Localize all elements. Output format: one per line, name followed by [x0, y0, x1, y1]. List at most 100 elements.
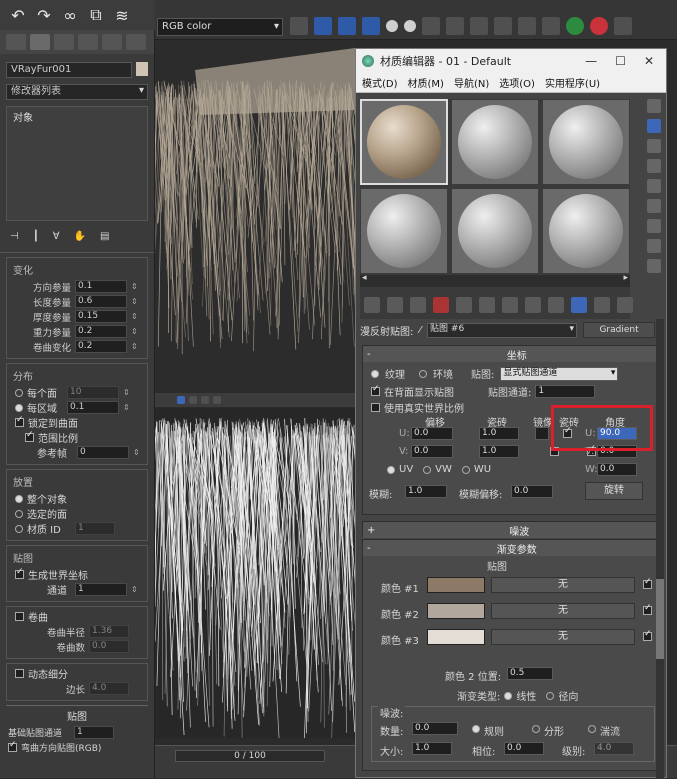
amount-spinner[interactable]: 0.0: [412, 722, 458, 735]
backlight-icon[interactable]: [647, 119, 661, 133]
material-id-spinner[interactable]: 1: [75, 522, 115, 535]
background-icon[interactable]: [647, 139, 661, 153]
pick-material-icon[interactable]: ⁄: [419, 325, 421, 336]
object-color-swatch[interactable]: [136, 62, 148, 76]
utilities-tab-icon[interactable]: [126, 34, 146, 50]
sample-uv-tiling-icon[interactable]: [647, 159, 661, 173]
remove-modifier-icon[interactable]: ✋: [74, 231, 86, 242]
sample-type-icon[interactable]: [647, 99, 661, 113]
configure-sets-icon[interactable]: ▤: [100, 231, 109, 242]
linear-radio[interactable]: [504, 692, 512, 700]
sample-slot[interactable]: [542, 188, 630, 274]
material-editor-scrollbar[interactable]: [656, 319, 664, 779]
real-world-checkbox[interactable]: [371, 403, 380, 412]
color-map-checkbox[interactable]: [643, 632, 652, 641]
sample-slot[interactable]: [451, 188, 539, 274]
dynamic-subdiv-checkbox[interactable]: [15, 669, 24, 678]
color2-pos-spinner[interactable]: 0.5: [507, 667, 553, 680]
spinner-arrows-icon[interactable]: ⇕: [131, 282, 138, 291]
texture-radio[interactable]: [371, 370, 379, 378]
close-icon[interactable]: ✕: [644, 54, 654, 68]
vfb-tool-icon[interactable]: [201, 396, 209, 404]
make-copy-icon[interactable]: [456, 297, 472, 313]
base-channel-spinner[interactable]: 1: [74, 726, 114, 739]
menu-item[interactable]: 材质(M): [408, 75, 444, 90]
show-end-result-icon[interactable]: [571, 297, 587, 313]
turbulence-radio[interactable]: [588, 725, 596, 733]
make-preview-icon[interactable]: [647, 199, 661, 213]
material-navigator-icon[interactable]: [647, 259, 661, 273]
select-by-material-icon[interactable]: [647, 239, 661, 253]
channel-red-icon[interactable]: [314, 17, 332, 35]
variation-spinner[interactable]: 0.1: [75, 280, 127, 293]
curl-checkbox[interactable]: [15, 612, 24, 621]
show-end-result-icon[interactable]: ┃: [33, 231, 39, 242]
reset-map-icon[interactable]: [433, 297, 449, 313]
render-icon[interactable]: [494, 17, 512, 35]
bind-spacewarp-icon[interactable]: ≋: [112, 5, 132, 25]
show-on-back-checkbox[interactable]: [371, 387, 380, 396]
color-map-button[interactable]: 无: [491, 629, 635, 645]
video-color-check-icon[interactable]: [647, 179, 661, 193]
vw-radio[interactable]: [423, 466, 431, 474]
gradient-rollout-header[interactable]: -渐变参数: [363, 540, 659, 556]
refresh-icon[interactable]: [566, 17, 584, 35]
menu-item[interactable]: 实用程序(U): [545, 75, 600, 90]
spinner-arrows-icon[interactable]: ⇕: [123, 388, 130, 397]
edge-length-spinner[interactable]: 4.0: [89, 682, 129, 695]
heart-icon[interactable]: [290, 17, 308, 35]
folder-icon[interactable]: [446, 17, 464, 35]
levels-spinner[interactable]: 4.0: [594, 742, 634, 755]
pin-stack-icon[interactable]: ⊣: [10, 231, 19, 242]
unlink-icon[interactable]: ⧉: [86, 5, 106, 25]
sample-slot[interactable]: [360, 99, 448, 185]
uv-radio[interactable]: [387, 466, 395, 474]
spinner-arrows-icon[interactable]: ⇕: [131, 585, 138, 594]
gray-circle-icon[interactable]: [404, 20, 416, 32]
make-unique-icon[interactable]: [479, 297, 495, 313]
v-offset-spinner[interactable]: 0.0: [411, 445, 453, 458]
material-id-radio[interactable]: [15, 525, 23, 533]
phase-spinner[interactable]: 0.0: [504, 742, 544, 755]
color-map-checkbox[interactable]: [643, 580, 652, 589]
w-angle-spinner[interactable]: 0.0: [597, 463, 637, 476]
blur-offset-spinner[interactable]: 0.0: [511, 485, 553, 498]
assign-to-selection-icon[interactable]: [410, 297, 426, 313]
region-icon[interactable]: [542, 17, 560, 35]
coord-map-select[interactable]: 显式贴图通道▾: [500, 367, 618, 381]
variation-spinner[interactable]: 0.2: [75, 325, 127, 338]
stop-icon[interactable]: [590, 17, 608, 35]
sample-slot[interactable]: [451, 99, 539, 185]
channel-spinner[interactable]: 1: [75, 583, 127, 596]
map-channel-spinner[interactable]: 1: [535, 385, 595, 398]
spinner-arrows-icon[interactable]: ⇕: [131, 297, 138, 306]
scrollbar-thumb[interactable]: [656, 579, 664, 659]
color-swatch[interactable]: [427, 603, 485, 619]
viewport-front[interactable]: [155, 408, 355, 738]
eye-icon[interactable]: [614, 17, 632, 35]
scale-ratio-checkbox[interactable]: [25, 433, 34, 442]
coordinates-rollout-header[interactable]: -坐标: [363, 346, 659, 362]
menu-item[interactable]: 选项(O): [499, 75, 535, 90]
maximize-icon[interactable]: ☐: [615, 54, 626, 68]
display-tab-icon[interactable]: [102, 34, 122, 50]
color-map-button[interactable]: 无: [491, 603, 635, 619]
regular-radio[interactable]: [472, 725, 480, 733]
map-type-button[interactable]: Gradient: [583, 322, 655, 338]
viewport-perspective[interactable]: [155, 40, 355, 390]
object-name-field[interactable]: VRayFur001: [6, 62, 132, 78]
put-to-library-icon[interactable]: [502, 297, 518, 313]
map-name-field[interactable]: 贴图 #6▾: [427, 323, 577, 338]
color-swatch[interactable]: [427, 629, 485, 645]
color-map-button[interactable]: 无: [491, 577, 635, 593]
white-circle-icon[interactable]: [386, 20, 398, 32]
stack-item-object[interactable]: 对象: [7, 107, 147, 126]
menu-item[interactable]: 模式(D): [362, 75, 398, 90]
material-id-channel-icon[interactable]: [525, 297, 541, 313]
minimize-icon[interactable]: —: [585, 54, 597, 68]
per-area-radio[interactable]: [15, 404, 23, 412]
environment-radio[interactable]: [419, 370, 427, 378]
u-offset-spinner[interactable]: 0.0: [411, 427, 453, 440]
color-swatch[interactable]: [427, 577, 485, 593]
lens-icon[interactable]: [518, 17, 536, 35]
